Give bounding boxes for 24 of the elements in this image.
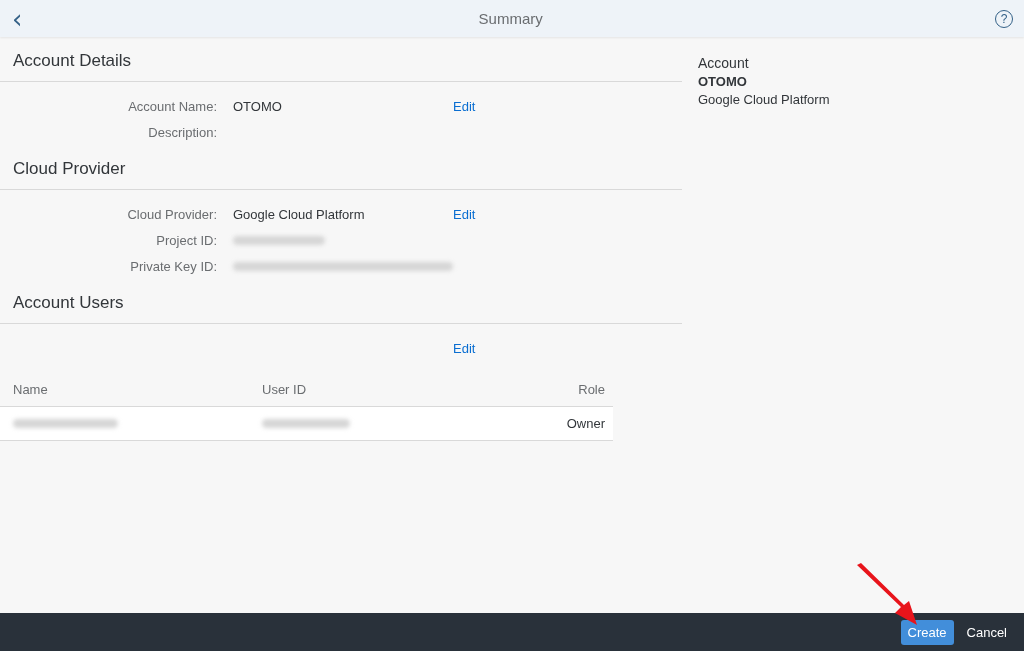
section-heading: Cloud Provider [0,159,682,190]
field-value: OTOMO [233,98,282,114]
account-name: OTOMO [698,74,748,89]
edit-link[interactable]: Edit [453,206,476,222]
provider-name: Google Cloud Platform [698,92,831,107]
section-heading: Account Users [0,293,682,324]
cancel-button[interactable]: Cancel [959,619,1014,645]
back-button[interactable]: ‹ [8,5,27,32]
field-label: Project ID: [156,232,217,248]
field-value: Google Cloud Platform [233,206,365,222]
create-button[interactable]: Create [900,619,954,645]
column-header: User ID [261,373,492,407]
field-label: Account Name: [128,98,217,114]
column-header: Role [491,373,613,407]
section-heading: Account Details [0,51,682,82]
page-title: Summary [478,10,543,27]
field-label: Description: [148,124,217,140]
edit-link[interactable]: Edit [453,98,476,114]
table-cell: Owner [566,416,605,431]
field-label: Cloud Provider: [127,206,217,222]
field-label: Private Key ID: [130,258,217,274]
side-heading: Account [698,55,750,71]
edit-link[interactable]: Edit [453,340,476,356]
column-header: Name [0,373,261,407]
